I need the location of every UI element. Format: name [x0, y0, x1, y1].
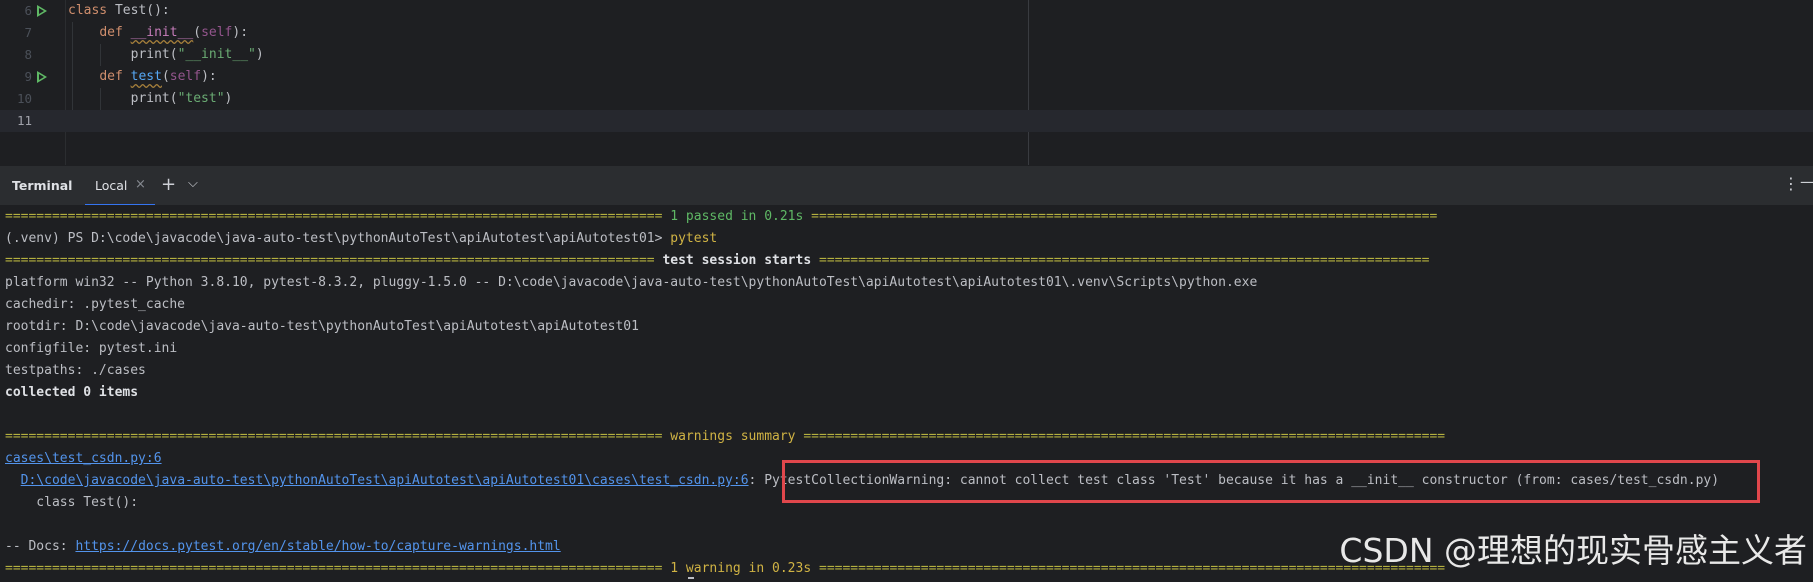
warning-file-line: cases\test_csdn.py:6 — [5, 448, 162, 470]
code-token: ( — [193, 25, 202, 40]
line-number: 10 — [16, 91, 32, 106]
code-token: "__init__" — [177, 47, 256, 62]
code-token: "test" — [177, 91, 225, 106]
terminal-cursor — [688, 577, 694, 579]
line-number: 6 — [24, 3, 32, 18]
code-token: Test(): — [114, 3, 170, 18]
prompt-line: (.venv) PS D:\code\javacode\java-auto-te… — [5, 231, 718, 246]
line-number: 11 — [16, 113, 32, 128]
terminal-toolbar: Terminal Local × + ⌵ ⋮ — — [0, 165, 1813, 206]
code-token: print( — [68, 91, 178, 106]
warning-file-link[interactable]: cases\test_csdn.py:6 — [5, 451, 162, 466]
code-text: print("test") — [68, 88, 233, 110]
passed-summary-line: ========================================… — [5, 209, 1438, 224]
code-text: def test(self): — [68, 66, 217, 88]
tab-local-label: Local — [95, 178, 128, 193]
csdn-watermark: CSDN @理想的现实骨感主义者 — [1339, 531, 1807, 570]
code-line[interactable]: 9 def test(self): — [0, 66, 1813, 88]
testpaths-line: testpaths: ./cases — [5, 363, 146, 378]
line-number: 7 — [24, 25, 32, 40]
run-gutter-icon[interactable] — [37, 5, 47, 17]
run-gutter-icon[interactable] — [37, 71, 47, 83]
code-text: print("__init__") — [68, 44, 264, 66]
code-line[interactable]: 8 print("__init__") — [0, 44, 1813, 66]
code-token: __init__ — [130, 25, 194, 40]
warnings-summary-line: ========================================… — [5, 429, 1446, 444]
tab-local[interactable]: Local × — [85, 166, 155, 206]
line-number: 9 — [24, 69, 32, 84]
line-number: 8 — [24, 47, 32, 62]
code-token: print( — [68, 47, 178, 62]
warning-highlight-box — [782, 460, 1760, 503]
code-token: ( — [161, 69, 170, 84]
code-token: self — [169, 69, 202, 84]
code-line[interactable]: 11 — [0, 110, 1813, 132]
cachedir-line: cachedir: .pytest_cache — [5, 297, 186, 312]
terminal-title: Terminal — [12, 178, 73, 193]
session-start-line: ========================================… — [5, 253, 1430, 268]
code-token: ): — [201, 69, 217, 84]
code-token: self — [201, 25, 233, 40]
more-options-icon[interactable]: ⋮ — [1783, 174, 1799, 193]
code-text: class Test(): — [68, 0, 170, 22]
code-line[interactable]: 6 class Test(): — [0, 0, 1813, 22]
code-token: ) — [255, 47, 264, 62]
new-tab-plus-icon[interactable]: + — [161, 174, 176, 195]
code-token: ) — [224, 91, 233, 106]
platform-line: platform win32 -- Python 3.8.10, pytest-… — [5, 275, 1258, 290]
code-line[interactable]: 7 def __init__(self): — [0, 22, 1813, 44]
collected-line: collected 0 items — [5, 385, 139, 400]
warning-path-link[interactable]: D:\code\javacode\java-auto-test\pythonAu… — [21, 473, 749, 488]
minimize-icon[interactable]: — — [1800, 172, 1813, 191]
warning-code-line: class Test(): — [5, 495, 139, 510]
code-editor[interactable]: 6 class Test(): 7 def __init__(self): 8 pri… — [0, 0, 1813, 165]
docs-line: -- Docs: https://docs.pytest.org/en/stab… — [5, 539, 561, 554]
code-token: test — [130, 69, 162, 84]
code-token: def — [99, 69, 131, 84]
code-token: class — [68, 3, 115, 18]
chevron-down-icon[interactable]: ⌵ — [188, 176, 198, 191]
rootdir-line: rootdir: D:\code\javacode\java-auto-test… — [5, 319, 639, 334]
code-token: ): — [232, 25, 249, 40]
code-line[interactable]: 10 print("test") — [0, 88, 1813, 110]
code-text: def __init__(self): — [68, 22, 248, 44]
code-token: def — [99, 25, 131, 40]
docs-link[interactable]: https://docs.pytest.org/en/stable/how-to… — [75, 539, 560, 554]
close-icon[interactable]: × — [135, 177, 146, 192]
configfile-line: configfile: pytest.ini — [5, 341, 178, 356]
final-summary-line: ========================================… — [5, 561, 1446, 576]
